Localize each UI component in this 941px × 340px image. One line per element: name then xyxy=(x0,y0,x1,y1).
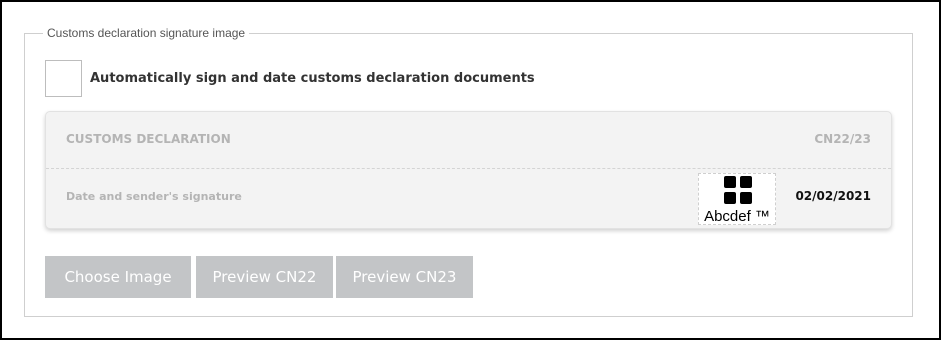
auto-sign-checkbox[interactable] xyxy=(45,60,82,97)
preview-header: CUSTOMS DECLARATION CN22/23 xyxy=(46,112,891,169)
signature-label: Date and sender's signature xyxy=(66,190,242,203)
fieldset-legend: Customs declaration signature image xyxy=(43,25,250,41)
grid-icon xyxy=(724,176,752,204)
preview-title: CUSTOMS DECLARATION xyxy=(66,132,231,146)
signature-image-fieldset: Customs declaration signature image Auto… xyxy=(24,25,913,317)
signature-date: 02/02/2021 xyxy=(795,189,871,203)
choose-image-button[interactable]: Choose Image xyxy=(45,256,191,298)
signature-image: Abcdef ™ xyxy=(698,173,776,225)
auto-sign-label[interactable]: Automatically sign and date customs decl… xyxy=(90,70,535,88)
preview-cn23-button[interactable]: Preview CN23 xyxy=(336,256,473,298)
preview-code: CN22/23 xyxy=(814,132,871,146)
customs-declaration-preview: CUSTOMS DECLARATION CN22/23 Date and sen… xyxy=(45,111,892,229)
signature-text: Abcdef ™ xyxy=(704,208,770,225)
preview-cn22-button[interactable]: Preview CN22 xyxy=(196,256,333,298)
